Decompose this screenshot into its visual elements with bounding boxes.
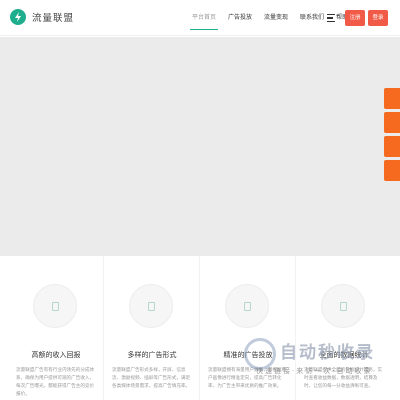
feature-title: 高额的收入回报	[31, 351, 81, 359]
feature-card: 多样的广告形式 流量联盟广告形式多样，开屏、信息流、激励视频、插屏等广告形式，满…	[104, 256, 200, 400]
login-button[interactable]: 登录	[368, 10, 388, 26]
side-button-3[interactable]	[384, 136, 400, 157]
watermark-overlay: 自动秒收录 快速链接·来访一次·自动收录	[244, 336, 394, 384]
feature-icon	[33, 284, 77, 328]
nav-item-monetize[interactable]: 流量变现	[258, 0, 294, 36]
side-button-2[interactable]	[384, 112, 400, 133]
menu-icon[interactable]	[327, 14, 335, 22]
lightning-icon	[10, 9, 26, 25]
floating-side-bar	[384, 88, 400, 184]
side-button-1[interactable]	[384, 88, 400, 109]
register-button[interactable]: 注册	[345, 10, 365, 26]
feature-icon	[321, 284, 365, 328]
nav-item-home[interactable]: 平台首页	[186, 0, 222, 36]
nav-item-ads[interactable]: 广告投放	[222, 0, 258, 36]
main-nav: 平台首页 广告投放 流量变现 联系我们 帮助中心	[186, 0, 366, 36]
watermark-subtitle: 快速链接·来访一次·自动收录	[256, 367, 373, 375]
feature-title: 多样的广告形式	[127, 351, 177, 359]
feature-desc: 流量联盟广告有有行业内领先的分成体系，确保为用户提供可观的广告收入，每次广告曝光…	[16, 368, 95, 397]
nav-item-contact[interactable]: 联系我们	[294, 0, 330, 36]
feature-desc: 流量联盟广告形式多样，开屏、信息流、激励视频、插屏等广告形式，满足各类媒体场景需…	[112, 368, 191, 389]
feature-icon	[129, 284, 173, 328]
brand-name: 流量联盟	[32, 13, 75, 24]
side-button-4[interactable]	[384, 160, 400, 181]
top-header: 流量联盟 平台首页 广告投放 流量变现 联系我们 帮助中心 注册 登录	[0, 0, 400, 36]
watermark-title: 自动秒收录	[280, 343, 375, 363]
site-logo[interactable]: 流量联盟	[10, 9, 74, 25]
hero-banner	[0, 37, 400, 256]
feature-card: 高额的收入回报 流量联盟广告有有行业内领先的分成体系，确保为用户提供可观的广告收…	[8, 256, 104, 400]
feature-icon	[225, 284, 269, 328]
